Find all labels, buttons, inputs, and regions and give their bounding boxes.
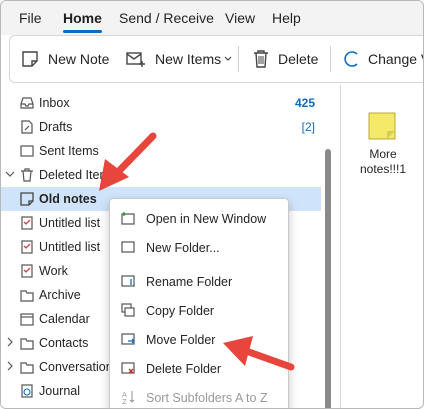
menu-item-label: Rename Folder (146, 275, 233, 289)
menu-item-label: Move Folder (146, 333, 216, 347)
ribbon-separator (238, 46, 239, 72)
change-view-label: Change V (368, 51, 423, 67)
new-note-button[interactable]: New Note (20, 36, 109, 82)
chevron-down-icon (224, 56, 232, 61)
folder-sent-items[interactable]: Sent Items (1, 139, 321, 163)
context-menu: Open in New Window New Folder... Rename … (109, 198, 289, 408)
sort-az-icon: A Z (122, 391, 135, 405)
calendar-icon (20, 313, 34, 326)
menu-view[interactable]: View (225, 10, 255, 26)
chevron-down-icon[interactable] (5, 169, 15, 179)
drafts-icon (21, 120, 33, 134)
menu-item-label: Copy Folder (146, 304, 215, 318)
menu-help[interactable]: Help (272, 10, 301, 26)
pane-divider[interactable] (340, 85, 341, 408)
sticky-note-icon[interactable] (367, 111, 397, 141)
ribbon: New Note New Items Delete Change (9, 35, 423, 83)
folder-label: Untitled list (39, 216, 101, 230)
folder-icon (20, 362, 34, 374)
menu-file[interactable]: File (19, 10, 42, 26)
move-folder-icon (121, 333, 135, 345)
folder-label: Inbox (39, 96, 70, 110)
change-view-button[interactable]: Change V (342, 36, 423, 82)
new-folder-item[interactable]: New Folder... (110, 233, 288, 262)
chevron-right-icon[interactable] (5, 361, 15, 371)
new-folder-icon (121, 241, 135, 253)
folder-inbox[interactable]: Inbox 425 (1, 91, 321, 115)
journal-icon (21, 384, 33, 398)
chevron-right-icon[interactable] (5, 337, 15, 347)
draft-count: [2] (301, 120, 315, 134)
list-icon (21, 240, 33, 254)
folder-icon (20, 338, 34, 350)
open-in-new-window-item[interactable]: Open in New Window (110, 204, 288, 233)
list-icon (21, 264, 33, 278)
trash-icon (21, 168, 33, 182)
folder-label: Deleted Items (39, 168, 117, 182)
svg-text:Z: Z (122, 398, 127, 405)
folder-drafts[interactable]: Drafts [2] (1, 115, 321, 139)
copy-folder-icon (121, 303, 135, 317)
folder-label: Old notes (39, 192, 97, 206)
menu-item-label: Delete Folder (146, 362, 222, 376)
ribbon-separator (330, 46, 331, 72)
folder-label: Journal (39, 384, 80, 398)
delete-button[interactable]: Delete (252, 36, 318, 82)
new-items-icon (126, 52, 145, 67)
note-title[interactable]: More notes!!!1 (353, 147, 413, 177)
folder-deleted-items[interactable]: Deleted Items (1, 163, 321, 187)
folder-label: Sent Items (39, 144, 99, 158)
open-window-icon (121, 212, 135, 225)
new-note-label: New Note (48, 51, 110, 67)
folder-label: Drafts (39, 120, 73, 134)
folder-label: Untitled list (39, 240, 101, 254)
folder-label: Contacts (39, 336, 89, 350)
sort-subfolders-item[interactable]: A Z Sort Subfolders A to Z (110, 383, 288, 408)
trash-icon (254, 50, 268, 68)
menu-bar: File Home Send / Receive View Help (1, 1, 423, 35)
folder-label: Archive (39, 288, 81, 302)
menu-item-label: Open in New Window (146, 212, 267, 226)
new-items-label: New Items (155, 51, 222, 67)
folder-label: Conversation (39, 360, 113, 374)
inbox-icon (20, 97, 34, 109)
rename-folder-icon (121, 275, 135, 287)
delete-label: Delete (278, 51, 319, 67)
rename-folder-item[interactable]: Rename Folder (110, 267, 288, 296)
copy-folder-item[interactable]: Copy Folder (110, 296, 288, 325)
menu-item-label: Sort Subfolders A to Z (146, 391, 268, 405)
menu-item-label: New Folder... (146, 241, 220, 255)
menu-home[interactable]: Home (63, 10, 102, 26)
delete-folder-icon (121, 362, 135, 374)
list-icon (21, 216, 33, 230)
folder-label: Calendar (39, 312, 90, 326)
scrollbar-thumb[interactable] (325, 149, 331, 408)
folder-label: Work (39, 264, 68, 278)
new-note-icon (22, 51, 38, 67)
note-icon (20, 192, 34, 206)
menu-send-receive[interactable]: Send / Receive (119, 10, 214, 26)
unread-count: 425 (294, 96, 315, 110)
active-tab-indicator (63, 30, 102, 33)
move-folder-item[interactable]: Move Folder (110, 325, 288, 354)
new-items-button[interactable]: New Items (125, 36, 232, 82)
change-view-icon (344, 51, 358, 67)
outlook-window: File Home Send / Receive View Help New N… (0, 0, 424, 409)
archive-icon (20, 290, 34, 302)
delete-folder-item[interactable]: Delete Folder (110, 354, 288, 383)
sent-icon (20, 145, 34, 157)
